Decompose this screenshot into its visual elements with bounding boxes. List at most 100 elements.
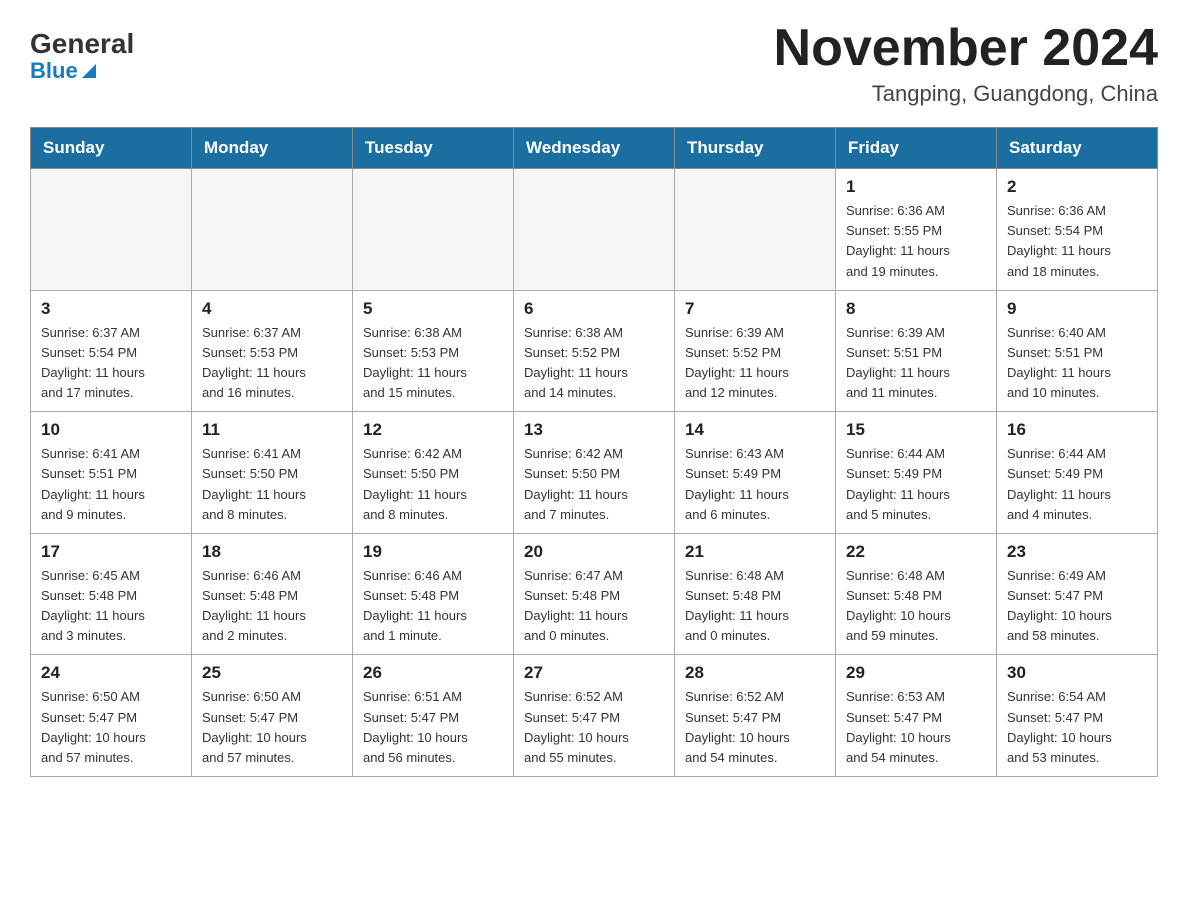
day-number: 4: [202, 299, 342, 319]
calendar-cell: 3 Sunrise: 6:37 AMSunset: 5:54 PMDaylight…: [31, 290, 192, 412]
sun-info: Sunrise: 6:52 AMSunset: 5:47 PMDaylight:…: [524, 687, 664, 768]
sun-info: Sunrise: 6:38 AMSunset: 5:53 PMDaylight:…: [363, 323, 503, 404]
calendar-cell: 14 Sunrise: 6:43 AMSunset: 5:49 PMDayligh…: [675, 412, 836, 534]
day-number: 30: [1007, 663, 1147, 683]
week-row-3: 10 Sunrise: 6:41 AMSunset: 5:51 PMDayligh…: [31, 412, 1158, 534]
day-number: 19: [363, 542, 503, 562]
sun-info: Sunrise: 6:39 AMSunset: 5:52 PMDaylight:…: [685, 323, 825, 404]
calendar-cell: 27 Sunrise: 6:52 AMSunset: 5:47 PMDayligh…: [514, 655, 675, 777]
sun-info: Sunrise: 6:48 AMSunset: 5:48 PMDaylight:…: [685, 566, 825, 647]
day-number: 26: [363, 663, 503, 683]
calendar-cell: 30Sunrise: 6:54 AMSunset: 5:47 PMDayligh…: [997, 655, 1158, 777]
day-number: 14: [685, 420, 825, 440]
day-number: 8: [846, 299, 986, 319]
week-row-4: 17 Sunrise: 6:45 AMSunset: 5:48 PMDayligh…: [31, 533, 1158, 655]
day-number: 11: [202, 420, 342, 440]
day-number: 2: [1007, 177, 1147, 197]
day-number: 27: [524, 663, 664, 683]
day-number: 20: [524, 542, 664, 562]
calendar-cell: 25 Sunrise: 6:50 AMSunset: 5:47 PMDayligh…: [192, 655, 353, 777]
sun-info: Sunrise: 6:45 AMSunset: 5:48 PMDaylight:…: [41, 566, 181, 647]
calendar-cell: 6 Sunrise: 6:38 AMSunset: 5:52 PMDaylight…: [514, 290, 675, 412]
calendar-cell: [675, 169, 836, 291]
calendar-cell: 17 Sunrise: 6:45 AMSunset: 5:48 PMDayligh…: [31, 533, 192, 655]
calendar-cell: 19 Sunrise: 6:46 AMSunset: 5:48 PMDayligh…: [353, 533, 514, 655]
column-header-monday: Monday: [192, 128, 353, 169]
calendar-cell: 2 Sunrise: 6:36 AMSunset: 5:54 PMDaylight…: [997, 169, 1158, 291]
calendar-cell: 28Sunrise: 6:52 AMSunset: 5:47 PMDayligh…: [675, 655, 836, 777]
week-row-1: 1 Sunrise: 6:36 AMSunset: 5:55 PMDaylight…: [31, 169, 1158, 291]
sun-info: Sunrise: 6:50 AMSunset: 5:47 PMDaylight:…: [202, 687, 342, 768]
calendar-cell: [353, 169, 514, 291]
calendar-cell: 13Sunrise: 6:42 AMSunset: 5:50 PMDayligh…: [514, 412, 675, 534]
sun-info: Sunrise: 6:37 AMSunset: 5:53 PMDaylight:…: [202, 323, 342, 404]
day-number: 1: [846, 177, 986, 197]
calendar-cell: 12 Sunrise: 6:42 AMSunset: 5:50 PMDayligh…: [353, 412, 514, 534]
sun-info: Sunrise: 6:36 AMSunset: 5:55 PMDaylight:…: [846, 201, 986, 282]
calendar-cell: 1 Sunrise: 6:36 AMSunset: 5:55 PMDaylight…: [836, 169, 997, 291]
sun-info: Sunrise: 6:41 AMSunset: 5:51 PMDaylight:…: [41, 444, 181, 525]
day-number: 24: [41, 663, 181, 683]
day-number: 23: [1007, 542, 1147, 562]
sun-info: Sunrise: 6:37 AMSunset: 5:54 PMDaylight:…: [41, 323, 181, 404]
calendar-cell: 22 Sunrise: 6:48 AMSunset: 5:48 PMDayligh…: [836, 533, 997, 655]
day-number: 5: [363, 299, 503, 319]
week-row-2: 3 Sunrise: 6:37 AMSunset: 5:54 PMDaylight…: [31, 290, 1158, 412]
logo-general-text: General: [30, 30, 134, 58]
calendar-cell: 15Sunrise: 6:44 AMSunset: 5:49 PMDayligh…: [836, 412, 997, 534]
logo-blue-text: Blue: [30, 58, 98, 84]
calendar-cell: 26 Sunrise: 6:51 AMSunset: 5:47 PMDayligh…: [353, 655, 514, 777]
calendar-cell: 29Sunrise: 6:53 AMSunset: 5:47 PMDayligh…: [836, 655, 997, 777]
day-number: 15: [846, 420, 986, 440]
sun-info: Sunrise: 6:40 AMSunset: 5:51 PMDaylight:…: [1007, 323, 1147, 404]
sun-info: Sunrise: 6:50 AMSunset: 5:47 PMDaylight:…: [41, 687, 181, 768]
day-number: 22: [846, 542, 986, 562]
day-number: 18: [202, 542, 342, 562]
day-number: 6: [524, 299, 664, 319]
calendar-cell: 10 Sunrise: 6:41 AMSunset: 5:51 PMDayligh…: [31, 412, 192, 534]
column-header-friday: Friday: [836, 128, 997, 169]
week-row-5: 24 Sunrise: 6:50 AMSunset: 5:47 PMDayligh…: [31, 655, 1158, 777]
sun-info: Sunrise: 6:48 AMSunset: 5:48 PMDaylight:…: [846, 566, 986, 647]
day-number: 3: [41, 299, 181, 319]
day-number: 21: [685, 542, 825, 562]
calendar-cell: [31, 169, 192, 291]
day-number: 25: [202, 663, 342, 683]
calendar-cell: 20Sunrise: 6:47 AMSunset: 5:48 PMDayligh…: [514, 533, 675, 655]
day-number: 17: [41, 542, 181, 562]
column-header-sunday: Sunday: [31, 128, 192, 169]
column-header-tuesday: Tuesday: [353, 128, 514, 169]
sun-info: Sunrise: 6:46 AMSunset: 5:48 PMDaylight:…: [363, 566, 503, 647]
sun-info: Sunrise: 6:42 AMSunset: 5:50 PMDaylight:…: [363, 444, 503, 525]
sun-info: Sunrise: 6:46 AMSunset: 5:48 PMDaylight:…: [202, 566, 342, 647]
calendar-cell: 23Sunrise: 6:49 AMSunset: 5:47 PMDayligh…: [997, 533, 1158, 655]
calendar-header-row: SundayMondayTuesdayWednesdayThursdayFrid…: [31, 128, 1158, 169]
column-header-thursday: Thursday: [675, 128, 836, 169]
sun-info: Sunrise: 6:39 AMSunset: 5:51 PMDaylight:…: [846, 323, 986, 404]
title-area: November 2024 Tangping, Guangdong, China: [774, 20, 1158, 107]
sun-info: Sunrise: 6:43 AMSunset: 5:49 PMDaylight:…: [685, 444, 825, 525]
sun-info: Sunrise: 6:36 AMSunset: 5:54 PMDaylight:…: [1007, 201, 1147, 282]
location-subtitle: Tangping, Guangdong, China: [774, 81, 1158, 107]
calendar-cell: 18 Sunrise: 6:46 AMSunset: 5:48 PMDayligh…: [192, 533, 353, 655]
calendar-cell: 11Sunrise: 6:41 AMSunset: 5:50 PMDayligh…: [192, 412, 353, 534]
sun-info: Sunrise: 6:38 AMSunset: 5:52 PMDaylight:…: [524, 323, 664, 404]
sun-info: Sunrise: 6:52 AMSunset: 5:47 PMDaylight:…: [685, 687, 825, 768]
column-header-wednesday: Wednesday: [514, 128, 675, 169]
sun-info: Sunrise: 6:44 AMSunset: 5:49 PMDaylight:…: [1007, 444, 1147, 525]
logo-triangle-icon: [80, 62, 98, 80]
sun-info: Sunrise: 6:42 AMSunset: 5:50 PMDaylight:…: [524, 444, 664, 525]
sun-info: Sunrise: 6:51 AMSunset: 5:47 PMDaylight:…: [363, 687, 503, 768]
calendar-cell: 21 Sunrise: 6:48 AMSunset: 5:48 PMDayligh…: [675, 533, 836, 655]
calendar-cell: 24 Sunrise: 6:50 AMSunset: 5:47 PMDayligh…: [31, 655, 192, 777]
day-number: 16: [1007, 420, 1147, 440]
calendar-cell: 7Sunrise: 6:39 AMSunset: 5:52 PMDaylight…: [675, 290, 836, 412]
calendar-cell: 9 Sunrise: 6:40 AMSunset: 5:51 PMDaylight…: [997, 290, 1158, 412]
day-number: 12: [363, 420, 503, 440]
calendar-table: SundayMondayTuesdayWednesdayThursdayFrid…: [30, 127, 1158, 777]
calendar-cell: 4 Sunrise: 6:37 AMSunset: 5:53 PMDaylight…: [192, 290, 353, 412]
day-number: 29: [846, 663, 986, 683]
calendar-cell: 5 Sunrise: 6:38 AMSunset: 5:53 PMDaylight…: [353, 290, 514, 412]
day-number: 10: [41, 420, 181, 440]
day-number: 9: [1007, 299, 1147, 319]
